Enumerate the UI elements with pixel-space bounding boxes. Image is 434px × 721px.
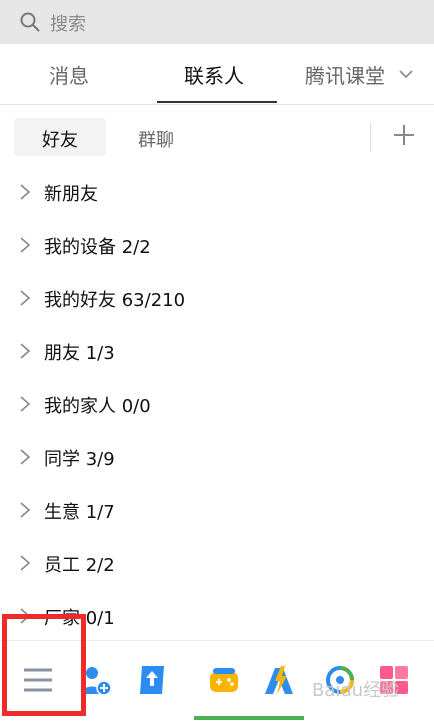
tab-messages[interactable]: 消息	[49, 60, 89, 89]
group-label: 新朋友	[44, 184, 98, 205]
subtab-friends-label: 好友	[42, 130, 78, 151]
tab-contacts[interactable]: 联系人	[184, 60, 244, 89]
subtab-groups[interactable]: 群聊	[138, 126, 174, 152]
group-item-business[interactable]: 生意 1/7	[0, 484, 434, 537]
chevron-right-icon	[20, 555, 31, 571]
watermark: Baidu经验	[312, 680, 400, 701]
group-label: 我的设备 2/2	[44, 237, 151, 258]
divider	[370, 122, 371, 152]
tab-tencent-classroom[interactable]: 腾讯课堂	[305, 60, 385, 89]
chevron-right-icon	[20, 396, 31, 412]
group-label: 我的好友 63/210	[44, 290, 186, 311]
search-bar[interactable]: 搜索	[0, 0, 434, 44]
chevron-right-icon	[20, 290, 31, 306]
group-label: 生意 1/7	[44, 502, 115, 523]
chevron-right-icon	[20, 184, 31, 200]
group-item-new-friends[interactable]: 新朋友	[0, 166, 434, 219]
group-label: 我的家人 0/0	[44, 396, 151, 417]
group-item-staff[interactable]: 员工 2/2	[0, 537, 434, 590]
group-item-family[interactable]: 我的家人 0/0	[0, 378, 434, 431]
chevron-right-icon	[20, 237, 31, 253]
group-label: 同学 3/9	[44, 449, 115, 470]
chevron-right-icon	[20, 343, 31, 359]
group-item-classmates[interactable]: 同学 3/9	[0, 431, 434, 484]
add-icon[interactable]	[392, 123, 416, 147]
contact-group-list: 新朋友 我的设备 2/2 我的好友 63/210 朋友 1/3 我的家人 0/0…	[0, 166, 434, 643]
group-item-friends[interactable]: 朋友 1/3	[0, 325, 434, 378]
upload-icon[interactable]	[136, 664, 168, 696]
search-icon	[20, 12, 40, 32]
taskbar-indicator	[194, 716, 304, 720]
active-tab-indicator	[157, 101, 277, 103]
lightning-app-icon[interactable]	[263, 664, 295, 696]
subtab-friends[interactable]: 好友	[14, 118, 106, 156]
game-icon[interactable]	[208, 664, 240, 696]
chevron-down-icon[interactable]	[398, 66, 414, 82]
main-tabs: 消息 联系人 腾讯课堂	[0, 44, 434, 105]
group-label: 朋友 1/3	[44, 343, 115, 364]
contact-subtabs: 好友 群聊	[0, 104, 434, 164]
search-placeholder: 搜索	[50, 14, 86, 35]
group-item-my-friends[interactable]: 我的好友 63/210	[0, 272, 434, 325]
chevron-right-icon	[20, 449, 31, 465]
group-label: 员工 2/2	[44, 555, 115, 576]
highlight-box	[2, 614, 86, 716]
group-item-my-devices[interactable]: 我的设备 2/2	[0, 219, 434, 272]
chevron-right-icon	[20, 502, 31, 518]
